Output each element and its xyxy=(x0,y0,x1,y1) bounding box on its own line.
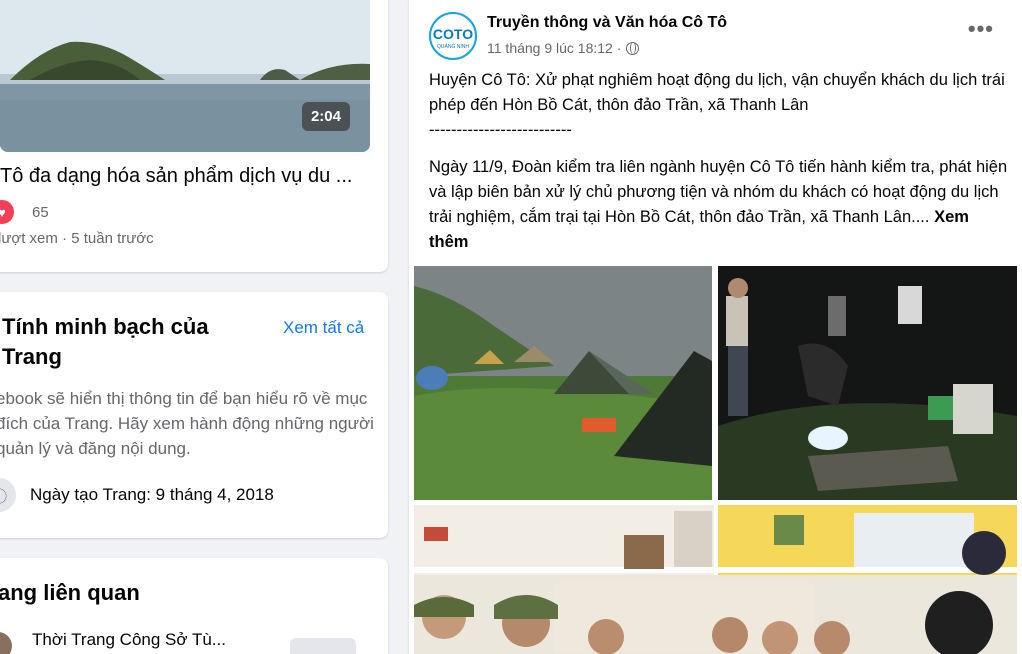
transparency-description: ebook sẽ hiển thị thông tin để bạn hiểu … xyxy=(0,389,374,458)
see-all-link[interactable]: Xem tất cả xyxy=(283,318,364,338)
info-icon: ⓘ xyxy=(0,478,16,512)
page-created-row: ⓘ Ngày tạo Trang: 9 tháng 4, 2018 xyxy=(0,478,274,512)
video-duration: 2:04 xyxy=(301,102,350,131)
camping-photo-image xyxy=(414,266,712,500)
post-card: COTO QUẢNG NINH Truyền thông và Văn hóa … xyxy=(409,0,1022,654)
page-created-date: Ngày tạo Trang: 9 tháng 4, 2018 xyxy=(30,485,274,504)
avatar-logo-text: COTO xyxy=(432,26,474,42)
page-avatar[interactable]: COTO QUẢNG NINH xyxy=(429,12,477,60)
post-timestamp[interactable]: 11 tháng 9 lúc 18:12 · xyxy=(487,40,640,56)
post-time-text: 11 tháng 9 lúc 18:12 · xyxy=(487,40,622,56)
post-headline: Huyện Cô Tô: Xử phạt nghiêm hoạt động du… xyxy=(429,71,1005,114)
post-body-text: Ngày 11/9, Đoàn kiểm tra liên ngành huyệ… xyxy=(429,158,1008,226)
reaction-row[interactable]: ♥ 65 xyxy=(0,200,49,224)
related-page-button[interactable] xyxy=(290,638,356,654)
related-pages-title: ang liên quan xyxy=(0,580,140,605)
transparency-title: Tính minh bạch của Trang xyxy=(2,314,209,369)
globe-icon xyxy=(626,41,640,55)
video-title[interactable]: Tô đa dạng hóa sản phẩm dịch vụ du ... xyxy=(0,165,352,188)
post-body-paragraph: Ngày 11/9, Đoàn kiểm tra liên ngành huyệ… xyxy=(429,155,1009,255)
post-photo-night-inspection[interactable] xyxy=(718,266,1017,500)
post-photo-office-meeting[interactable] xyxy=(414,505,1017,654)
night-photo-image xyxy=(718,266,1017,500)
post-divider: -------------------------- xyxy=(429,121,572,139)
office-photo-image xyxy=(414,505,1017,654)
avatar-logo-subtext: QUẢNG NINH xyxy=(437,44,469,50)
more-options-button[interactable]: ••• xyxy=(968,16,994,42)
related-page-avatar[interactable] xyxy=(0,632,12,654)
left-column: 2:04 Tô đa dạng hóa sản phẩm dịch vụ du … xyxy=(0,0,392,654)
reaction-count: 65 xyxy=(32,203,49,221)
video-thumbnail[interactable]: 2:04 xyxy=(0,0,370,152)
page-transparency-card: Tính minh bạch của Trang Xem tất cả eboo… xyxy=(0,292,388,538)
video-meta: lượt xem · 5 tuần trước xyxy=(0,230,154,247)
related-pages-card: ang liên quan Thời Trang Công Sở Tù... xyxy=(0,558,388,654)
page-name[interactable]: Truyền thông và Văn hóa Cô Tô xyxy=(487,14,727,32)
video-card[interactable]: 2:04 Tô đa dạng hóa sản phẩm dịch vụ du … xyxy=(0,0,388,272)
post-text: Huyện Cô Tô: Xử phạt nghiêm hoạt động du… xyxy=(429,68,1009,267)
post-photo-camping[interactable] xyxy=(414,266,712,500)
related-page-name[interactable]: Thời Trang Công Sở Tù... xyxy=(32,630,226,650)
heart-icon: ♥ xyxy=(0,200,14,224)
